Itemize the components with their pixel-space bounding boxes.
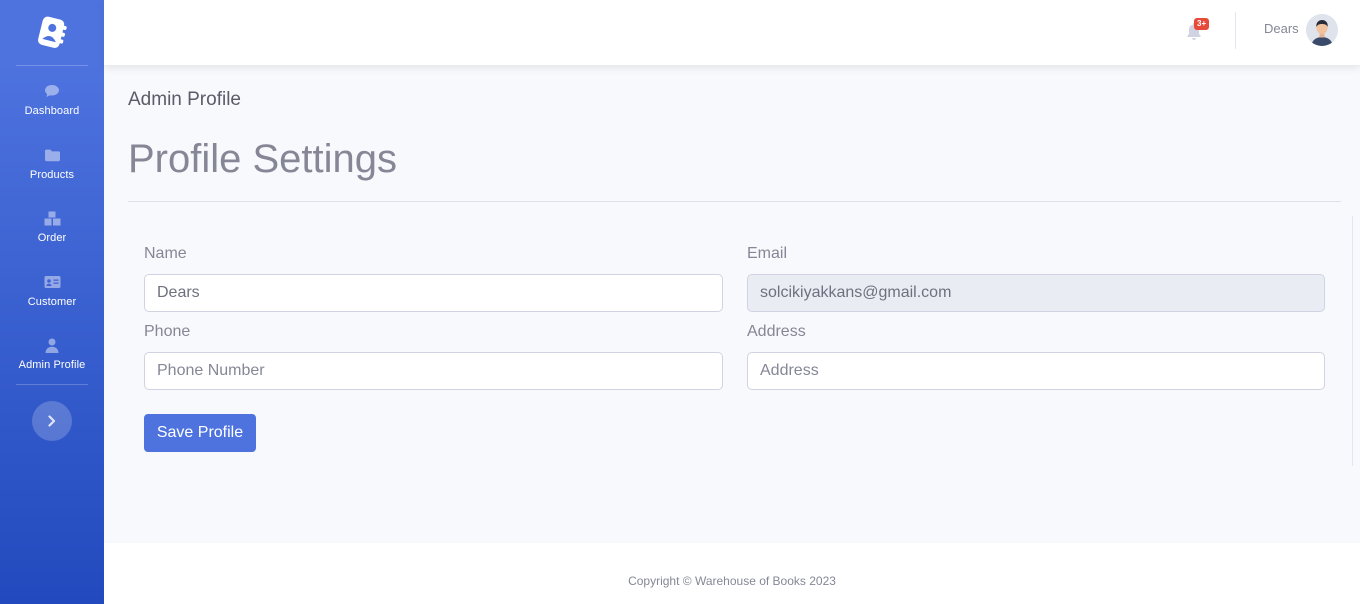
email-input[interactable] — [747, 274, 1325, 312]
sidebar-item-customer[interactable]: Customer — [0, 273, 104, 333]
user-avatar-icon — [1306, 14, 1338, 46]
topbar: 3+ Dears — [104, 0, 1360, 65]
save-profile-button[interactable]: Save Profile — [144, 414, 256, 452]
chevron-right-icon — [48, 415, 56, 427]
title-divider — [128, 201, 1341, 202]
footer: Copyright © Warehouse of Books 2023 — [104, 543, 1360, 604]
page-title: Profile Settings — [128, 137, 398, 181]
content-edge — [1352, 216, 1353, 466]
boxes-icon — [44, 209, 61, 227]
sidebar-divider — [16, 384, 88, 385]
sidebar-item-products[interactable]: Products — [0, 146, 104, 206]
name-input[interactable] — [144, 274, 723, 312]
name-label: Name — [144, 245, 187, 262]
sidebar-item-label: Order — [37, 232, 67, 244]
avatar[interactable] — [1306, 14, 1338, 46]
email-label: Email — [747, 245, 788, 262]
address-label: Address — [747, 323, 806, 340]
folder-icon — [44, 146, 61, 164]
sidebar-divider — [16, 65, 88, 66]
sidebar-item-order[interactable]: Order — [0, 209, 104, 269]
sidebar-item-admin-profile[interactable]: Admin Profile — [0, 336, 104, 396]
user-name[interactable]: Dears — [1264, 21, 1299, 36]
notification-badge: 3+ — [1194, 18, 1210, 30]
sidebar-toggle-button[interactable] — [32, 401, 72, 441]
sidebar-item-dashboard[interactable]: Dashboard — [0, 82, 104, 142]
breadcrumb: Admin Profile — [128, 89, 241, 110]
address-input[interactable] — [747, 352, 1325, 390]
id-card-icon — [44, 273, 61, 291]
sidebar: Dashboard Products Order Customer Admin … — [0, 0, 104, 604]
phone-label: Phone — [144, 323, 191, 340]
book-logo-icon — [38, 16, 67, 48]
sidebar-item-label: Admin Profile — [18, 359, 86, 371]
sidebar-item-label: Customer — [27, 296, 77, 308]
brand-logo[interactable] — [0, 0, 104, 65]
copyright-text: Copyright © Warehouse of Books 2023 — [628, 573, 836, 588]
user-icon — [45, 336, 59, 354]
topbar-divider — [1235, 12, 1236, 49]
sidebar-item-label: Dashboard — [24, 105, 80, 117]
sidebar-item-label: Products — [29, 169, 75, 181]
comment-icon — [44, 82, 60, 100]
phone-input[interactable] — [144, 352, 723, 390]
